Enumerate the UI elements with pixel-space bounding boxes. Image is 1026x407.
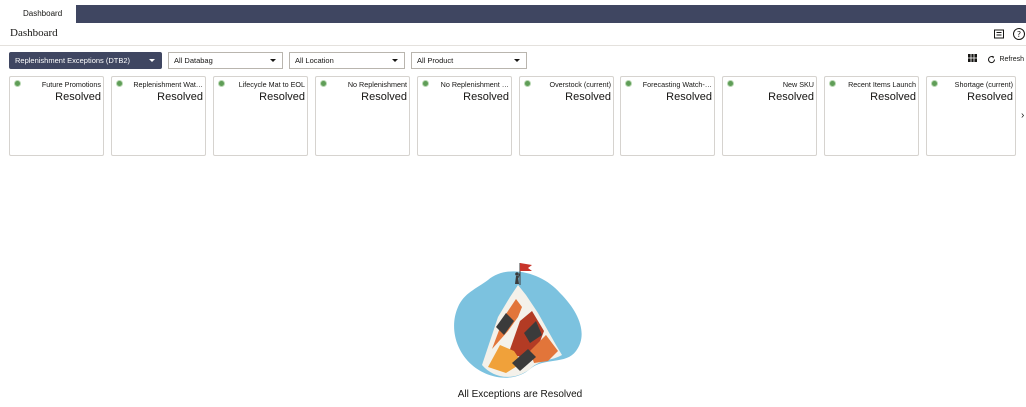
card-status: Resolved	[157, 91, 203, 103]
card-title: Future Promotions	[41, 80, 101, 89]
dashboard-selector[interactable]: Replenishment Exceptions (DTB2)	[9, 52, 162, 69]
card-status: Resolved	[967, 91, 1013, 103]
chevron-right-icon[interactable]: ›	[1021, 110, 1024, 121]
card-status: Resolved	[565, 91, 611, 103]
refresh-icon	[987, 55, 995, 63]
toolbar: Refresh	[967, 54, 1024, 68]
exception-card[interactable]: Overstock (current) Resolved	[519, 76, 614, 156]
exception-card[interactable]: No Replenishment … Resolved	[417, 76, 512, 156]
card-title: No Replenishment	[347, 80, 407, 89]
card-title: Recent Items Launch	[848, 80, 916, 89]
help-icon[interactable]: ?	[1012, 27, 1026, 41]
card-title: Overstock (current)	[549, 80, 611, 89]
card-title: Replenishment Wat…	[133, 80, 203, 89]
databag-select[interactable]: All Databag	[168, 52, 283, 69]
card-status: Resolved	[870, 91, 916, 103]
product-select-label: All Product	[417, 56, 454, 65]
exception-card[interactable]: Future Promotions Resolved	[9, 76, 104, 156]
product-select[interactable]: All Product	[411, 52, 527, 69]
layout-icon[interactable]	[992, 27, 1006, 41]
exception-card[interactable]: Recent Items Launch Resolved	[824, 76, 919, 156]
tab-dashboard[interactable]: Dashboard	[9, 5, 75, 23]
svg-text:?: ?	[1017, 30, 1021, 39]
refresh-button[interactable]: Refresh	[987, 55, 1024, 64]
card-title: No Replenishment …	[440, 80, 509, 89]
card-title: Lifecycle Mat to EOL	[238, 80, 305, 89]
card-status: Resolved	[259, 91, 305, 103]
databag-select-label: All Databag	[174, 56, 213, 65]
filter-bar: Replenishment Exceptions (DTB2) All Data…	[0, 50, 1026, 72]
card-status: Resolved	[666, 91, 712, 103]
refresh-label: Refresh	[999, 55, 1024, 63]
card-title: Forecasting Watch-…	[642, 80, 712, 89]
top-tab-bar: Dashboard	[0, 0, 1026, 23]
exception-card[interactable]: Forecasting Watch-… Resolved	[620, 76, 715, 156]
card-status: Resolved	[55, 91, 101, 103]
chevron-down-icon	[392, 59, 398, 62]
card-status: Resolved	[768, 91, 814, 103]
exception-card[interactable]: Lifecycle Mat to EOL Resolved	[213, 76, 308, 156]
empty-state-message: All Exceptions are Resolved	[457, 389, 583, 400]
exception-card[interactable]: Shortage (current) Resolved	[926, 76, 1016, 156]
mountain-summit-illustration	[454, 263, 582, 378]
dashboard-selector-label: Replenishment Exceptions (DTB2)	[15, 56, 131, 65]
exception-card[interactable]: New SKU Resolved	[722, 76, 817, 156]
chevron-down-icon	[514, 59, 520, 62]
page-header: Dashboard ?	[0, 23, 1026, 46]
card-status: Resolved	[463, 91, 509, 103]
chevron-down-icon	[270, 59, 276, 62]
location-select[interactable]: All Location	[289, 52, 405, 69]
tab-bar-background	[76, 5, 1026, 23]
card-title: New SKU	[782, 80, 814, 89]
card-title: Shortage (current)	[954, 80, 1013, 89]
exception-card[interactable]: Replenishment Wat… Resolved	[111, 76, 206, 156]
exception-card[interactable]: No Replenishment Resolved	[315, 76, 410, 156]
card-status: Resolved	[361, 91, 407, 103]
location-select-label: All Location	[295, 56, 334, 65]
grid-view-icon[interactable]	[967, 54, 977, 64]
page-title: Dashboard	[10, 27, 58, 39]
chevron-down-icon	[149, 59, 155, 62]
